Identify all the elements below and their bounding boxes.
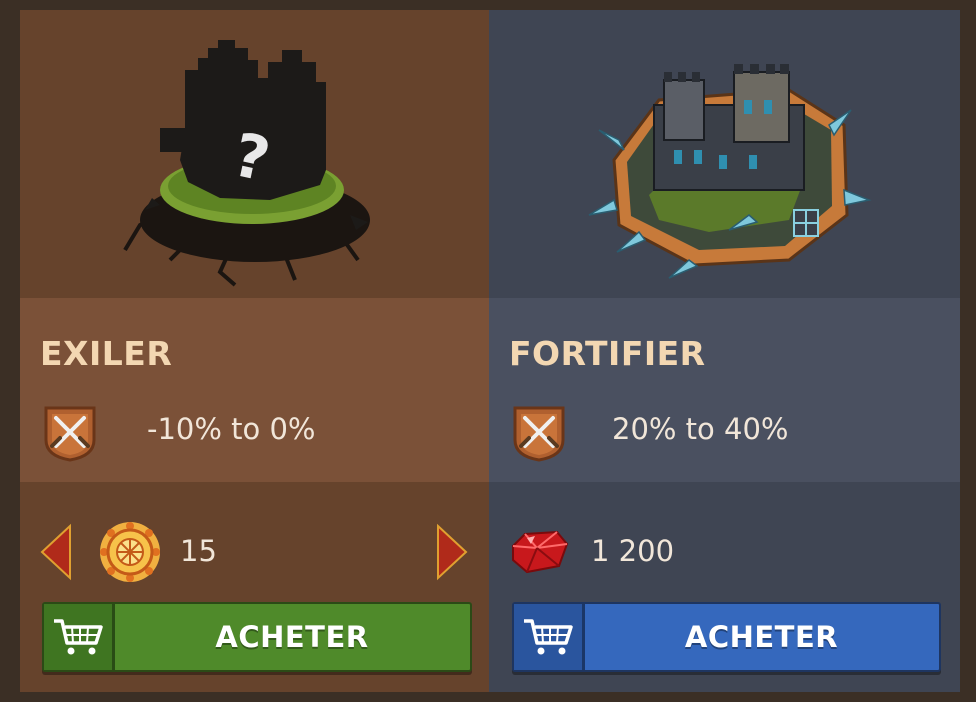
crossed-swords-shield-icon	[44, 406, 96, 462]
price-value: 1 200	[591, 534, 675, 568]
shop-frame: ? EXILER -10% to 0% 15 ACHETER FORTIFIER…	[0, 0, 976, 702]
crossed-swords-shield-icon	[513, 406, 565, 462]
stat-value: -10% to 0%	[147, 412, 316, 446]
next-arrow-icon[interactable]	[434, 522, 470, 582]
card-buy-area: 15 ACHETER	[20, 482, 489, 692]
price-value: 15	[180, 534, 217, 568]
card-info-area: EXILER -10% to 0%	[20, 298, 489, 482]
shopping-cart-icon	[54, 619, 103, 655]
card-image-area	[489, 10, 960, 298]
fortified-castle-icon	[588, 64, 872, 279]
mystery-castle-icon: ?	[123, 40, 370, 287]
card-fortifier: FORTIFIER 20% to 40% 1 200 ACHETER	[489, 10, 960, 692]
buy-button-label: ACHETER	[684, 620, 839, 654]
gold-medallion-icon	[100, 522, 160, 582]
cart-box	[514, 604, 585, 670]
card-buy-area: 1 200 ACHETER	[489, 482, 960, 692]
card-title: FORTIFIER	[509, 334, 706, 373]
ruby-gem-icon	[512, 530, 569, 574]
prev-arrow-icon[interactable]	[38, 522, 74, 582]
stat-value: 20% to 40%	[612, 412, 789, 446]
cart-box	[44, 604, 115, 670]
buy-button-label: ACHETER	[215, 620, 369, 654]
card-image-area: ?	[20, 10, 489, 298]
card-exiler: ? EXILER -10% to 0% 15 ACHETER	[20, 10, 489, 692]
buy-button[interactable]: ACHETER	[512, 602, 941, 672]
shopping-cart-icon	[524, 619, 573, 655]
card-title: EXILER	[40, 334, 173, 373]
buy-button[interactable]: ACHETER	[42, 602, 472, 672]
card-info-area: FORTIFIER 20% to 40%	[489, 298, 960, 482]
